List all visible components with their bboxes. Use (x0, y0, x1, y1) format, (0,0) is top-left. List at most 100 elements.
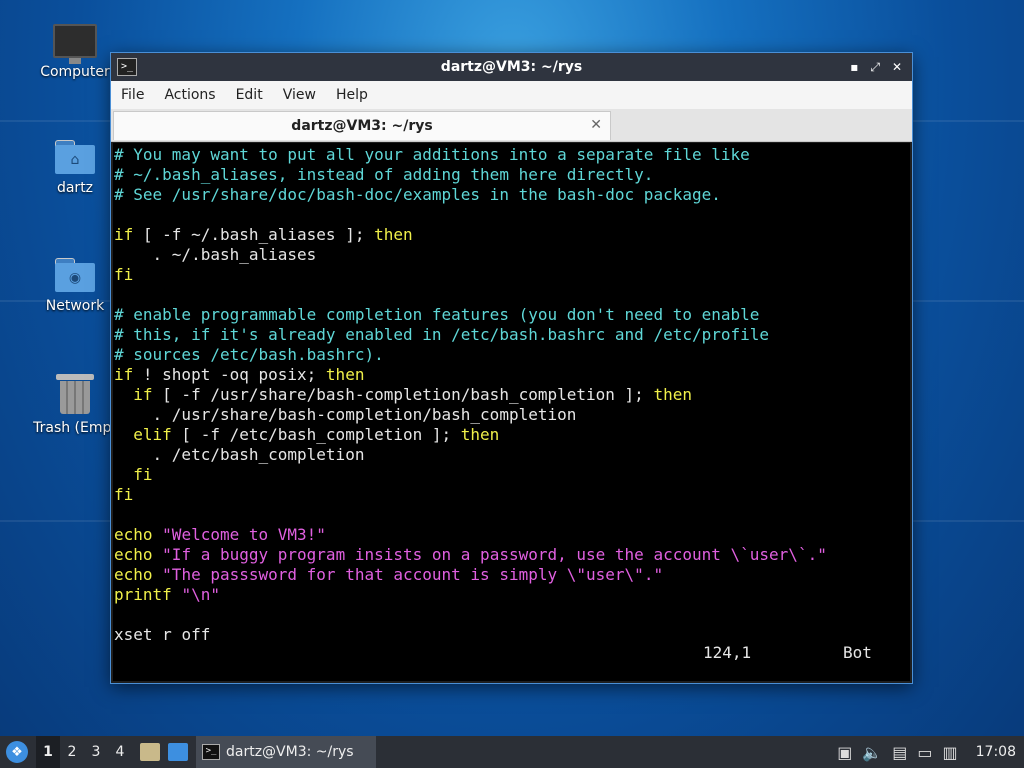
tab-terminal[interactable]: dartz@VM3: ~/rys ✕ (113, 111, 611, 140)
terminal-line: fi (114, 485, 910, 505)
desktop-icon-label: dartz (56, 180, 94, 196)
terminal-line: if ! shopt -oq posix; then (114, 365, 910, 385)
terminal-token: # See /usr/share/doc/bash-doc/examples i… (114, 185, 721, 204)
clipboard-icon[interactable]: ▣ (837, 743, 852, 762)
terminal-line: if [ -f ~/.bash_aliases ]; then (114, 225, 910, 245)
computer-icon (53, 24, 97, 64)
terminal-line: . /usr/share/bash-completion/bash_comple… (114, 405, 910, 425)
restore-button[interactable]: ⤢ (870, 60, 880, 75)
terminal-token: if (114, 385, 153, 404)
menu-view[interactable]: View (273, 87, 326, 103)
scroll-indicator: Bot (843, 643, 872, 662)
minimize-button[interactable]: ▪ (850, 60, 858, 75)
terminal-line: xset r off (114, 625, 910, 645)
terminal-icon[interactable]: >_ (117, 58, 137, 76)
tab-close-icon[interactable]: ✕ (590, 117, 602, 133)
terminal-line: elif [ -f /etc/bash_completion ]; then (114, 425, 910, 445)
clock[interactable]: 17:08 (976, 744, 1016, 760)
terminal-token: echo (114, 525, 153, 544)
terminal-token: [ -f /usr/share/bash-completion/bash_com… (152, 385, 654, 404)
volume-icon[interactable]: 🔈 (862, 743, 882, 762)
menu-help[interactable]: Help (326, 87, 378, 103)
terminal-line: if [ -f /usr/share/bash-completion/bash_… (114, 385, 910, 405)
terminal-icon: >_ (202, 744, 220, 760)
terminal-line: fi (114, 465, 910, 485)
desktop-icon-label: Network (45, 298, 105, 314)
file-manager-icon[interactable] (140, 743, 160, 761)
terminal-token: [ -f /etc/bash_completion ]; (171, 425, 461, 444)
taskbar-task-terminal[interactable]: >_ dartz@VM3: ~/rys (196, 736, 376, 768)
terminal-token: . /etc/bash_completion (114, 445, 365, 464)
terminal-token: fi (114, 485, 134, 504)
terminal-token: set r off (123, 625, 211, 644)
terminal-line: # See /usr/share/doc/bash-doc/examples i… (114, 185, 910, 205)
terminal-token: fi (114, 265, 134, 284)
show-desktop-icon[interactable] (168, 743, 188, 761)
close-button[interactable]: ✕ (892, 60, 902, 75)
terminal-token: if (114, 365, 134, 384)
terminal-token: # ~/.bash_aliases, instead of adding the… (114, 165, 654, 184)
terminal-token: "If a buggy program insists on a passwor… (162, 545, 827, 564)
terminal-text: # You may want to put all your additions… (113, 143, 910, 645)
network-icon[interactable]: ▭ (917, 743, 932, 762)
terminal-token: if (114, 225, 134, 244)
terminal-token: "The passsword for that account is simpl… (162, 565, 664, 584)
task-label: dartz@VM3: ~/rys (226, 744, 354, 760)
workspace-3[interactable]: 3 (84, 744, 108, 760)
desktop-icon-network[interactable]: ◉ Network (30, 258, 120, 314)
cursor-position: 124,1 (703, 643, 752, 662)
terminal-token: echo (114, 565, 153, 584)
terminal-token: then (325, 365, 365, 384)
terminal-token: ! shopt -oq posix; (133, 365, 326, 384)
terminal-token: [ -f ~/.bash_aliases ]; (133, 225, 375, 244)
tab-bar: dartz@VM3: ~/rys ✕ (111, 109, 912, 142)
terminal-output[interactable]: # You may want to put all your additions… (113, 143, 910, 681)
terminal-line: # sources /etc/bash.bashrc). (114, 345, 910, 365)
system-tray: ▣ 🔈 ▤ ▭ ▥ 17:08 (837, 743, 1016, 762)
terminal-token: then (653, 385, 692, 404)
terminal-line: # You may want to put all your additions… (114, 145, 910, 165)
desktop-icon-label: Computer (40, 64, 110, 80)
update-icon[interactable]: ▥ (943, 743, 958, 762)
trash-icon (56, 374, 94, 414)
notes-icon[interactable]: ▤ (892, 743, 907, 762)
terminal-line: # this, if it's already enabled in /etc/… (114, 325, 910, 345)
terminal-token: . /usr/share/bash-completion/bash_comple… (114, 405, 577, 424)
terminal-token: echo (114, 545, 153, 564)
desktop-icon-trash[interactable]: Trash (Empt (30, 374, 120, 436)
menu-file[interactable]: File (111, 87, 154, 103)
terminal-line: fi (114, 265, 910, 285)
terminal-token: "Welcome to VM3!" (162, 525, 326, 544)
terminal-token: # You may want to put all your additions… (114, 145, 750, 164)
terminal-token: . ~/.bash_aliases (114, 245, 317, 264)
desktop-icon-home[interactable]: ⌂ dartz (30, 140, 120, 196)
terminal-window: >_ dartz@VM3: ~/rys ▪ ⤢ ✕ File Actions E… (111, 53, 912, 683)
window-titlebar[interactable]: >_ dartz@VM3: ~/rys ▪ ⤢ ✕ (111, 53, 912, 81)
workspace-1[interactable]: 1 (36, 736, 60, 768)
terminal-token: elif (114, 425, 172, 444)
menubar: File Actions Edit View Help (111, 81, 912, 109)
desktop-icon-label: Trash (Empt (33, 420, 117, 436)
terminal-token: fi (114, 465, 153, 484)
terminal-token: then (460, 425, 500, 444)
menu-edit[interactable]: Edit (226, 87, 273, 103)
terminal-line: . ~/.bash_aliases (114, 245, 910, 265)
start-menu-icon[interactable]: ❖ (6, 741, 28, 763)
desktop-icon-computer[interactable]: Computer (30, 24, 120, 80)
terminal-token: then (374, 225, 413, 244)
workspace-4[interactable]: 4 (108, 744, 132, 760)
terminal-line: . /etc/bash_completion (114, 445, 910, 465)
terminal-line: echo "The passsword for that account is … (114, 565, 910, 585)
menu-actions[interactable]: Actions (154, 87, 225, 103)
window-title: dartz@VM3: ~/rys (440, 59, 583, 75)
workspace-2[interactable]: 2 (60, 744, 84, 760)
terminal-token: # sources /etc/bash.bashrc). (114, 345, 384, 364)
terminal-token: x (114, 625, 124, 644)
terminal-token: # this, if it's already enabled in /etc/… (114, 325, 770, 344)
